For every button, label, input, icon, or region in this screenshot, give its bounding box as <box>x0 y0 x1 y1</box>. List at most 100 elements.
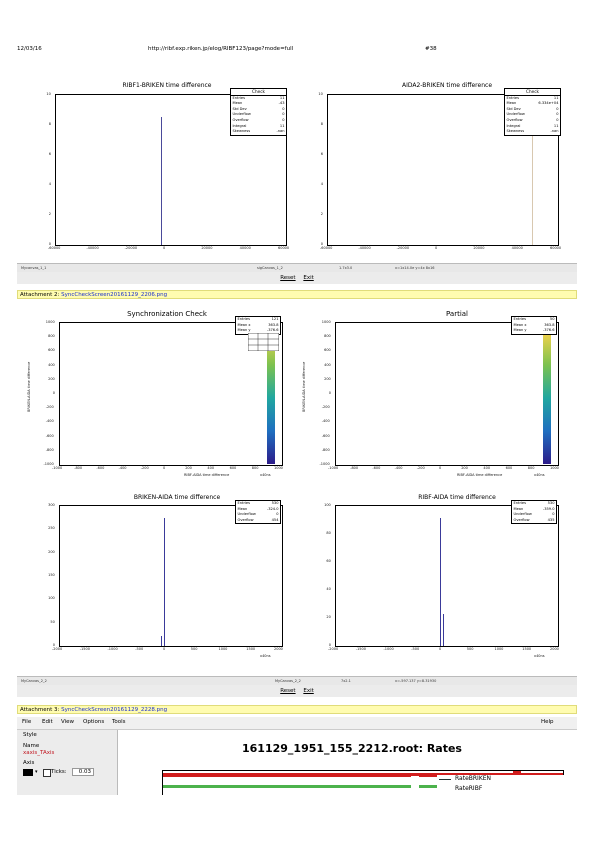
x-tick-label: -40000 <box>86 246 99 250</box>
style-tab[interactable]: Style <box>23 732 37 738</box>
y-tick-label: 8 <box>320 122 323 126</box>
x-tick-label: 800 <box>251 466 259 470</box>
stats-value: -nan <box>276 129 285 134</box>
x-tick-label: 0 <box>439 647 442 651</box>
menu-bar: File Edit View Options Tools Help <box>17 717 577 730</box>
stats-box-bottom-right: Entries 530 Mean -359.0 Underflow 0 Overflow 43… <box>511 500 557 525</box>
histogram-bar <box>440 518 442 646</box>
chevron-down-icon[interactable]: ▾ <box>35 769 38 775</box>
histogram-bar <box>443 614 445 646</box>
x-tick-label: 500 <box>190 647 198 651</box>
menu-help[interactable]: Help <box>541 719 554 725</box>
stats-value: -376.6 <box>542 328 555 333</box>
y-tick-label: 400 <box>48 362 55 367</box>
y-tick-label: 10 <box>318 92 323 96</box>
name-label: Name <box>23 743 40 749</box>
stats-row: Mean y -376.6 <box>512 328 556 334</box>
stats-row: Skewness -nan <box>231 129 286 135</box>
y-tick-label: 4 <box>320 182 323 186</box>
x-tick-label: 1000 <box>550 466 559 470</box>
exit-button[interactable]: Exit <box>303 685 313 697</box>
button-row: Reset Exit <box>17 685 577 697</box>
screenshot-1: RIBF1-BRIKEN time difference Check Entri… <box>17 60 577 288</box>
x-tick-label: -20000 <box>124 246 138 250</box>
attachment-label: Attachment 3: <box>20 707 60 713</box>
y-tick-label: 400 <box>324 362 331 367</box>
stats-value: 454 <box>271 517 279 522</box>
quadrant-counts <box>248 333 279 351</box>
y-tick-label: 6 <box>48 152 51 156</box>
x-axis-unit: x40ns <box>534 473 545 477</box>
print-url[interactable]: http://ribf.exp.riken.jp/elog/RIBF123/pa… <box>148 46 293 52</box>
attachment-link[interactable]: SyncCheckScreen20161129_2228.png <box>61 707 167 713</box>
y-tick-label: -1000 <box>43 462 54 466</box>
y-tick-label: 300 <box>48 503 55 507</box>
color-scale-left <box>267 332 275 464</box>
y-tick-label: -600 <box>45 433 54 438</box>
stats-box-left: Check Entries 11 Mean -43 Std Dev 0 Underflow 0… <box>230 88 287 136</box>
histogram-frame-bottom-right <box>335 505 559 647</box>
x-tick-label: 600 <box>505 466 513 470</box>
status-field: MyCanvas_2_2 <box>21 679 47 683</box>
y-axis-label: BRIKEN-AIDA time difference <box>302 361 306 412</box>
menu-view[interactable]: View <box>61 719 74 725</box>
stats-box-top-right: Entries 50 Mean x 363.8 Mean y -376.6 <box>511 316 557 335</box>
axis-color-swatch[interactable] <box>23 769 33 776</box>
x-tick-label: 1500 <box>522 647 532 651</box>
x-tick-label: 500 <box>466 647 474 651</box>
attachment-2-bar: Attachment 2: SyncCheckScreen20161129_22… <box>17 290 577 299</box>
y-tick-label: 200 <box>48 376 55 381</box>
attachment-link[interactable]: SyncCheckScreen20161129_2206.png <box>61 292 167 298</box>
x-tick-label: -800 <box>74 466 83 470</box>
axis-label: Axis <box>23 760 35 766</box>
x-tick-label: -600 <box>372 466 381 470</box>
ticks-checkbox[interactable] <box>43 769 51 777</box>
y-tick-label: -1000 <box>319 462 330 466</box>
histogram-bar <box>164 518 166 646</box>
y-tick-label: 100 <box>48 596 55 601</box>
y-tick-label: 10 <box>46 92 51 96</box>
x-axis-label: RIBF-AIDA time difference <box>457 473 503 477</box>
exit-button[interactable]: Exit <box>303 272 313 284</box>
y-tick-label: 20 <box>326 615 331 619</box>
x-tick-label: -600 <box>96 466 105 470</box>
histogram-bar <box>532 117 534 245</box>
y-tick-label: 0 <box>320 242 323 246</box>
y-tick-label: 0 <box>52 391 55 395</box>
menu-file[interactable]: File <box>22 719 31 725</box>
x-tick-label: -500 <box>135 647 144 651</box>
stats-key: Skewness <box>232 129 251 134</box>
y-tick-label: 100 <box>324 503 331 507</box>
x-tick-label: 1000 <box>274 466 283 470</box>
status-field: 1.7x3.0 <box>339 266 353 270</box>
x-tick-label: 200 <box>461 466 468 470</box>
y-tick-label: -400 <box>45 419 54 424</box>
legend-line <box>439 779 451 780</box>
y-tick-label: 200 <box>48 549 55 554</box>
y-tick-label: 600 <box>48 348 55 353</box>
x-tick-label: 1000 <box>218 647 228 651</box>
reset-button[interactable]: Reset <box>280 272 295 284</box>
y-tick-label: 800 <box>324 334 331 339</box>
y-tick-label: 80 <box>326 531 331 535</box>
y-tick-label: 4 <box>48 182 51 186</box>
y-tick-label: 0 <box>52 643 55 647</box>
print-date: 12/03/16 <box>17 46 42 52</box>
x-tick-label: 0 <box>435 246 438 250</box>
reset-button[interactable]: Reset <box>280 685 295 697</box>
menu-edit[interactable]: Edit <box>42 719 53 725</box>
y-tick-label: 40 <box>326 587 331 591</box>
y-tick-label: 150 <box>48 573 55 577</box>
stats-key: Overflow <box>513 517 530 522</box>
x-tick-label: -400 <box>118 466 127 470</box>
y-tick-label: 50 <box>50 619 55 624</box>
x-tick-label: 60000 <box>278 246 290 250</box>
menu-tools[interactable]: Tools <box>112 719 126 725</box>
stats-row: Skewness -nan <box>505 129 560 135</box>
menu-options[interactable]: Options <box>83 719 104 725</box>
ticks-spinbox[interactable]: 0.03 <box>72 768 94 776</box>
x-tick-label: -1500 <box>355 647 366 651</box>
stats-row: Overflow 454 <box>236 518 280 524</box>
x-tick-label: -1000 <box>383 647 394 651</box>
status-field: Mycanvas_1_1 <box>21 266 47 270</box>
